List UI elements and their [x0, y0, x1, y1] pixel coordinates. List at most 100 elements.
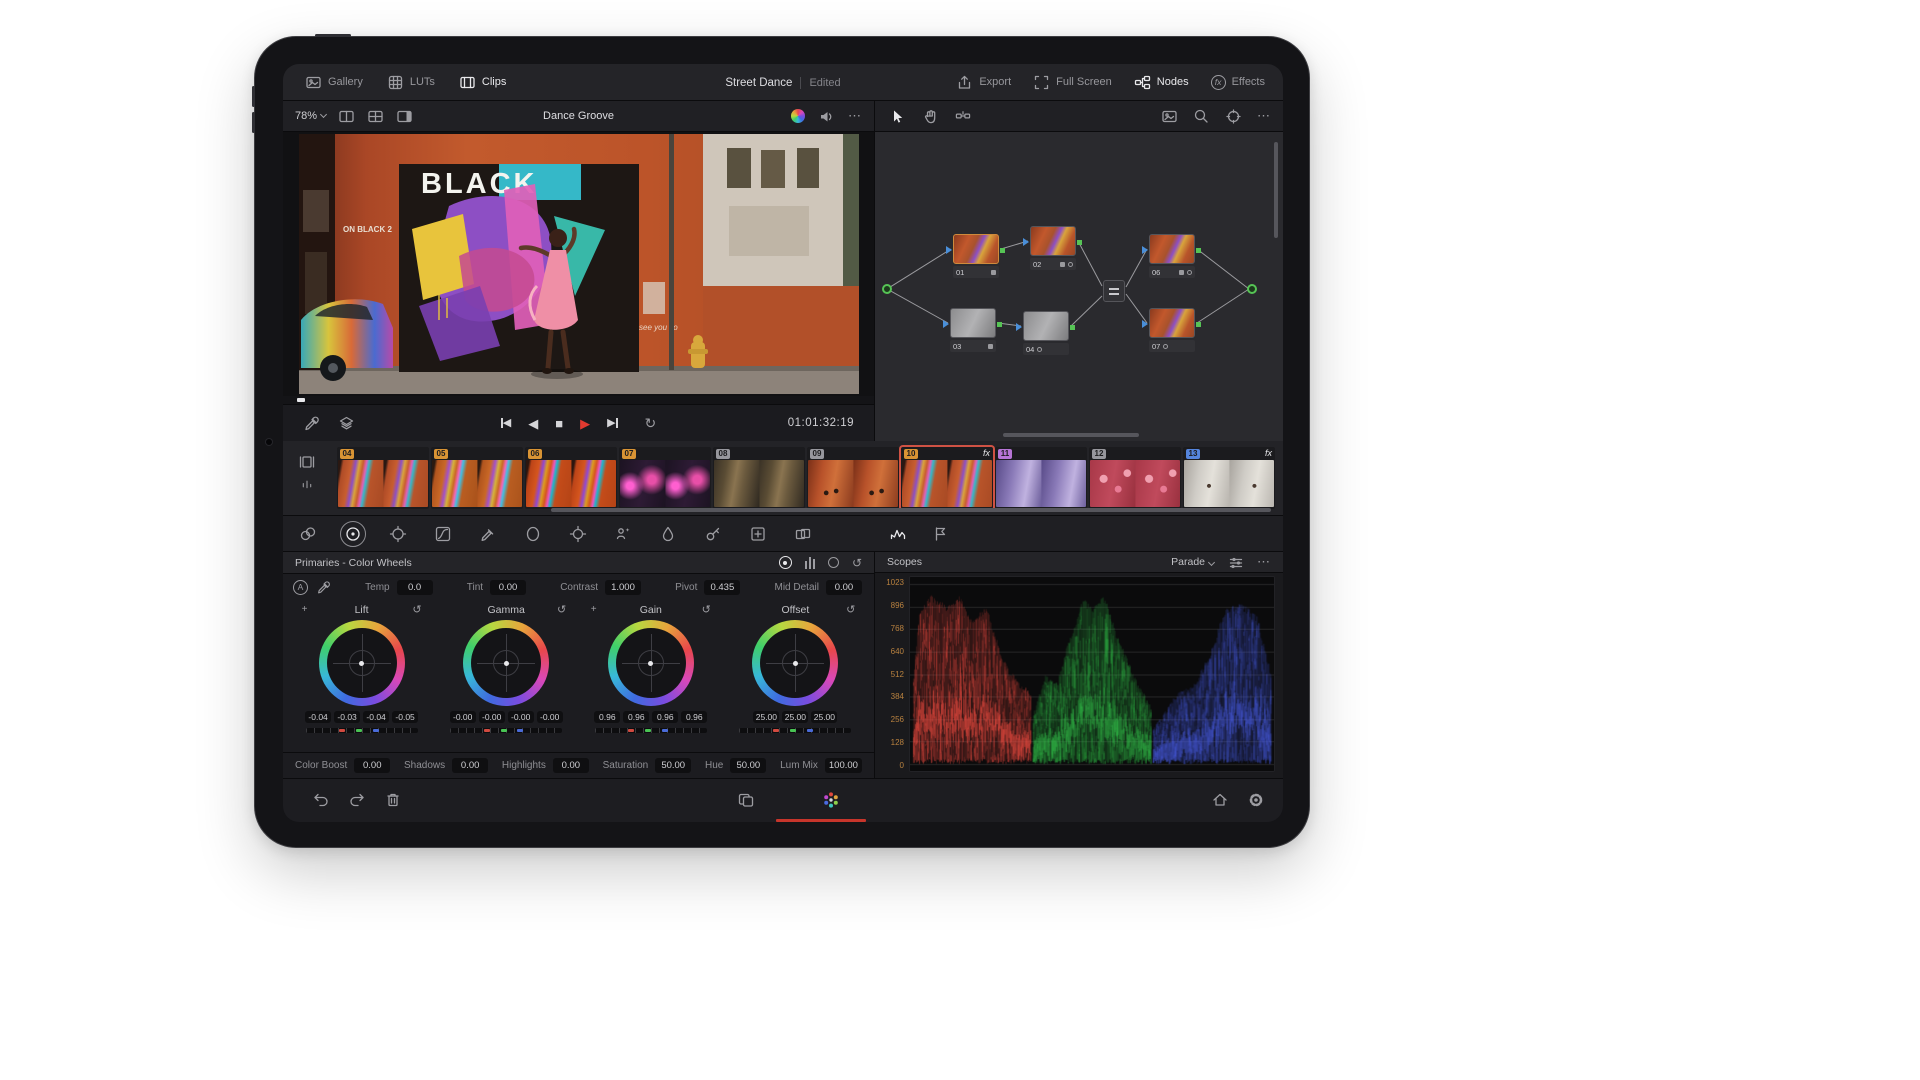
bars-view-icon[interactable] — [805, 557, 815, 569]
wheel-value[interactable]: 0.96 — [594, 711, 620, 723]
hdr-wheels-icon[interactable] — [385, 521, 411, 547]
gamma-master-slider[interactable] — [450, 728, 562, 733]
param-value[interactable]: 0.0 — [397, 580, 433, 595]
wheel-reset-icon[interactable]: ↺ — [839, 603, 855, 616]
curves-icon[interactable] — [430, 521, 456, 547]
search-icon[interactable] — [1193, 108, 1210, 125]
skip-back-button[interactable]: ◀ — [501, 418, 511, 429]
stop-button[interactable]: ■ — [555, 417, 563, 430]
timeline-clip-05[interactable]: 05 — [431, 447, 523, 509]
clips-button[interactable]: Clips — [459, 74, 506, 91]
effects-button[interactable]: fx Effects — [1211, 75, 1265, 90]
keyframe-panel-icon[interactable] — [927, 521, 953, 547]
audio-levels-icon[interactable] — [300, 477, 314, 491]
wheel-value[interactable]: 25.00 — [782, 711, 808, 723]
gamma-wheel[interactable] — [463, 620, 549, 706]
node-06[interactable]: 06 — [1149, 234, 1195, 278]
node-04[interactable]: 04 — [1023, 311, 1069, 355]
auto-balance-icon[interactable]: A — [293, 580, 308, 595]
grid-viewer-icon[interactable] — [367, 108, 384, 125]
export-button[interactable]: Export — [956, 74, 1011, 91]
wheel-value[interactable]: -0.00 — [537, 711, 563, 723]
param-value[interactable]: 1.000 — [605, 580, 641, 595]
stereo-3d-icon[interactable] — [790, 521, 816, 547]
param-value[interactable]: 0.00 — [826, 580, 862, 595]
offset-master-slider[interactable] — [739, 728, 851, 733]
tracker-icon[interactable] — [565, 521, 591, 547]
qualifier-icon[interactable] — [475, 521, 501, 547]
node-vertical-scrollbar[interactable] — [1274, 142, 1278, 238]
node-output-dot[interactable] — [1247, 284, 1257, 294]
nodes-button[interactable]: Nodes — [1134, 74, 1189, 91]
timeline-clip-04[interactable]: 04 — [337, 447, 429, 509]
color-viewer-icon[interactable] — [791, 109, 805, 123]
play-reverse-button[interactable]: ◀ — [528, 417, 538, 430]
wheels-view-icon[interactable] — [779, 556, 792, 569]
wheel-value[interactable]: -0.04 — [363, 711, 389, 723]
gallery-button[interactable]: Gallery — [305, 74, 363, 91]
wheel-value[interactable]: 25.00 — [753, 711, 779, 723]
home-button[interactable] — [1210, 790, 1230, 810]
power-window-icon[interactable] — [520, 521, 546, 547]
wheel-value[interactable]: -0.00 — [479, 711, 505, 723]
param-value[interactable]: 100.00 — [825, 758, 862, 773]
zoom-level-select[interactable]: 78% — [295, 110, 326, 122]
lift-wheel[interactable] — [319, 620, 405, 706]
luts-button[interactable]: LUTs — [387, 74, 435, 91]
wheel-reset-icon[interactable]: ↺ — [406, 603, 422, 616]
wheel-target-icon[interactable]: + — [591, 604, 607, 615]
wheel-value[interactable]: -0.03 — [334, 711, 360, 723]
full-screen-button[interactable]: Full Screen — [1033, 74, 1112, 91]
node-02[interactable]: 02 — [1030, 226, 1076, 270]
primaries-reset-icon[interactable]: ↺ — [852, 557, 862, 569]
timeline-scrollbar[interactable] — [551, 508, 1271, 512]
node-input-dot[interactable] — [882, 284, 892, 294]
delete-button[interactable] — [383, 790, 403, 810]
settings-button[interactable] — [1246, 790, 1266, 810]
timeline-clip-12[interactable]: 12 — [1089, 447, 1181, 509]
timeline-clip-13[interactable]: 13fx — [1183, 447, 1275, 509]
param-value[interactable]: 0.00 — [490, 580, 526, 595]
magic-mask-icon[interactable] — [610, 521, 636, 547]
split-viewer-icon[interactable] — [396, 108, 413, 125]
timeline-clip-10[interactable]: 10fx — [901, 447, 993, 509]
scopes-toggle-icon[interactable] — [885, 521, 911, 547]
offset-wheel[interactable] — [752, 620, 838, 706]
node-horizontal-scrollbar[interactable] — [1003, 433, 1139, 437]
scope-mode-select[interactable]: Parade — [1171, 556, 1214, 568]
wheel-value[interactable]: 0.96 — [623, 711, 649, 723]
color-page-button[interactable] — [821, 790, 841, 810]
edit-page-button[interactable] — [736, 790, 756, 810]
param-value[interactable]: 0.435 — [704, 580, 740, 595]
blur-icon[interactable] — [655, 521, 681, 547]
play-button[interactable]: ▶ — [580, 417, 590, 430]
viewer-more-options-icon[interactable]: ⋯ — [848, 108, 862, 124]
viewer-scrub-bar[interactable] — [283, 396, 874, 405]
playhead[interactable] — [297, 398, 305, 402]
param-value[interactable]: 0.00 — [452, 758, 488, 773]
wheel-value[interactable]: -0.00 — [450, 711, 476, 723]
node-03[interactable]: 03 — [950, 308, 996, 352]
node-07[interactable]: 07 — [1149, 308, 1195, 352]
timeline-clip-09[interactable]: 09 — [807, 447, 899, 509]
node-canvas[interactable]: 01 02 03 04 — [875, 132, 1283, 441]
param-value[interactable]: 50.00 — [655, 758, 691, 773]
log-view-icon[interactable] — [828, 557, 839, 568]
gain-wheel[interactable] — [608, 620, 694, 706]
wheel-value[interactable]: -0.00 — [508, 711, 534, 723]
wheel-target-icon[interactable]: + — [302, 604, 318, 615]
white-balance-picker-icon[interactable] — [316, 580, 331, 595]
scope-settings-icon[interactable] — [1227, 554, 1244, 571]
timeline-clip-11[interactable]: 11 — [995, 447, 1087, 509]
wheel-value[interactable]: -0.05 — [392, 711, 418, 723]
wheel-value[interactable]: -0.04 — [305, 711, 331, 723]
node-01[interactable]: 01 — [953, 234, 999, 278]
layer-mixer-node[interactable] — [1103, 280, 1125, 302]
wheel-reset-icon[interactable]: ↺ — [695, 603, 711, 616]
undo-button[interactable] — [311, 790, 331, 810]
wheel-reset-icon[interactable]: ↺ — [550, 603, 566, 616]
zoom-fit-icon[interactable] — [1225, 108, 1242, 125]
gain-master-slider[interactable] — [595, 728, 707, 733]
shot-match-icon[interactable] — [295, 521, 321, 547]
hand-tool-icon[interactable] — [922, 108, 939, 125]
